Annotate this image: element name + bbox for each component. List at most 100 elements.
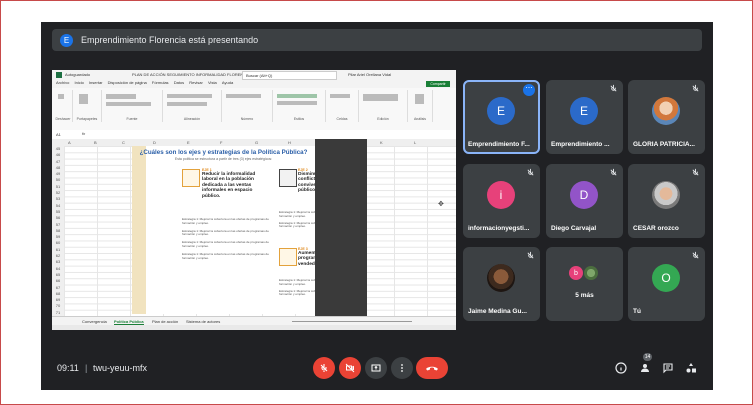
more-options-icon[interactable]: ⋯ bbox=[523, 84, 535, 96]
participant-tile[interactable]: ⋯ E Emprendimiento F... bbox=[463, 80, 540, 154]
participant-photo bbox=[652, 181, 680, 209]
alignment-icons[interactable] bbox=[167, 94, 212, 98]
column-header[interactable]: H bbox=[288, 140, 291, 145]
styles-icons[interactable] bbox=[277, 94, 317, 98]
excel-menu-bar: Archivo Inicio Insertar Disposición de p… bbox=[52, 80, 456, 88]
participant-tile-self[interactable]: O Tú bbox=[628, 247, 705, 321]
strategy-text: Estrategia 1: Mejorar la cobertura en la… bbox=[182, 240, 269, 248]
participant-tile[interactable]: GLORIA PATRICIA... bbox=[628, 80, 705, 154]
ribbon-group-label: Fuente bbox=[126, 117, 138, 121]
excel-share-button[interactable]: Compartir bbox=[426, 81, 450, 87]
participant-name: GLORIA PATRICIA... bbox=[633, 141, 695, 148]
more-vert-icon bbox=[401, 364, 403, 372]
participant-tile[interactable]: i informacionyegsti... bbox=[463, 164, 540, 238]
chat-icon bbox=[663, 363, 673, 374]
participant-avatar: E bbox=[570, 97, 598, 125]
column-header[interactable]: A bbox=[68, 140, 71, 145]
participant-name: informacionyegsti... bbox=[468, 225, 530, 232]
people-button[interactable]: 14 bbox=[638, 353, 652, 375]
present-screen-button[interactable] bbox=[365, 357, 387, 379]
function-icon: fx bbox=[82, 131, 86, 136]
eje3-icon bbox=[279, 248, 297, 266]
menu-item[interactable]: Revisar bbox=[189, 80, 203, 85]
sheet-tab[interactable]: Convergencia bbox=[82, 319, 107, 324]
column-header[interactable]: L bbox=[414, 140, 416, 145]
mic-off-icon bbox=[692, 168, 699, 176]
ribbon-group-label: Análisis bbox=[413, 117, 427, 121]
ribbon-group-label: Edición bbox=[377, 117, 389, 121]
name-box[interactable]: A1 bbox=[56, 132, 61, 137]
camera-off-icon bbox=[345, 363, 355, 373]
ribbon-group: Portapapeles bbox=[73, 90, 102, 122]
participant-avatar: b bbox=[569, 266, 583, 280]
analysis-icon[interactable] bbox=[415, 94, 424, 104]
column-header[interactable]: G bbox=[255, 140, 258, 145]
excel-logo-icon bbox=[56, 72, 62, 78]
ribbon-group: Celdas bbox=[326, 90, 359, 122]
excel-status-bar bbox=[52, 325, 456, 330]
participant-name: Tú bbox=[633, 308, 641, 315]
eje1-icon bbox=[182, 169, 200, 187]
undo-icon[interactable] bbox=[58, 94, 64, 99]
participant-avatar: E bbox=[487, 97, 515, 125]
menu-item[interactable]: Vista bbox=[208, 80, 217, 85]
menu-item[interactable]: Inicio bbox=[74, 80, 83, 85]
presenter-avatar: E bbox=[60, 33, 73, 47]
number-format-select[interactable] bbox=[226, 94, 261, 98]
menu-item[interactable]: Ayuda bbox=[222, 80, 233, 85]
meeting-info-button[interactable] bbox=[614, 361, 628, 375]
column-header[interactable]: F bbox=[220, 140, 222, 145]
leave-call-button[interactable] bbox=[416, 357, 448, 379]
camera-toggle-button[interactable] bbox=[339, 357, 361, 379]
column-header[interactable]: C bbox=[122, 140, 125, 145]
excel-search-input[interactable]: Buscar (Alt+Q) bbox=[242, 71, 337, 80]
ribbon-group-label: Alineación bbox=[183, 117, 201, 121]
participant-photo bbox=[652, 97, 680, 125]
participant-name: Emprendimiento F... bbox=[468, 141, 530, 148]
chat-button[interactable] bbox=[661, 361, 675, 375]
infographic: ¿Cuáles son los ejes y estrategias de la… bbox=[132, 146, 366, 314]
cells-icons[interactable] bbox=[330, 94, 350, 98]
column-header[interactable]: B bbox=[94, 140, 97, 145]
shared-screen[interactable]: Autoguardado PLAN DE ACCIÓN SEGUIMIENTO … bbox=[52, 70, 456, 330]
participant-tile[interactable]: E Emprendimiento ... bbox=[546, 80, 623, 154]
participant-avatar: O bbox=[652, 264, 680, 292]
participant-avatar: D bbox=[570, 181, 598, 209]
column-header[interactable]: E bbox=[187, 140, 190, 145]
editing-icons[interactable] bbox=[363, 94, 398, 101]
meet-window: E Emprendimiento Florencia está presenta… bbox=[41, 22, 713, 390]
menu-item[interactable]: Datos bbox=[174, 80, 184, 85]
mic-off-icon bbox=[692, 251, 699, 259]
mic-toggle-button[interactable] bbox=[313, 357, 335, 379]
participant-tile[interactable]: Jaime Medina Gu... bbox=[463, 247, 540, 321]
participant-photo bbox=[584, 266, 598, 280]
styles-icons[interactable] bbox=[277, 101, 317, 105]
paste-icon[interactable] bbox=[79, 94, 88, 104]
meeting-time: 09:11 bbox=[57, 363, 79, 373]
excel-user-name: Pilar Ariel Orellana Vidal bbox=[348, 72, 392, 77]
column-header[interactable]: K bbox=[380, 140, 383, 145]
horizontal-scrollbar[interactable] bbox=[292, 321, 412, 322]
dark-shape bbox=[315, 139, 367, 316]
participant-tile[interactable]: CESAR orozco bbox=[628, 164, 705, 238]
participant-tile[interactable]: b 5 más bbox=[546, 247, 623, 321]
menu-item[interactable]: Fórmulas bbox=[152, 80, 169, 85]
more-options-button[interactable] bbox=[391, 357, 413, 379]
font-select[interactable] bbox=[106, 94, 136, 99]
menu-item[interactable]: Disposición de página bbox=[108, 80, 147, 85]
activities-button[interactable] bbox=[684, 361, 698, 375]
font-format-icons[interactable] bbox=[106, 102, 151, 106]
menu-item[interactable]: Insertar bbox=[89, 80, 103, 85]
strategy-text: Estrategia 1: Mejorar la cobertura en la… bbox=[182, 228, 269, 237]
ribbon-group: Análisis bbox=[408, 90, 433, 122]
separator: | bbox=[85, 363, 88, 373]
sheet-tab[interactable]: Plan de acción bbox=[152, 319, 178, 324]
alignment-icons[interactable] bbox=[167, 102, 207, 106]
sheet-tab[interactable]: Sistema de actores bbox=[186, 319, 220, 324]
infographic-title: ¿Cuáles son los ejes y estrategias de la… bbox=[139, 149, 308, 156]
menu-item[interactable]: Archivo bbox=[56, 80, 69, 85]
ribbon-group: Alineación bbox=[163, 90, 222, 122]
participant-name: Emprendimiento ... bbox=[551, 141, 610, 148]
column-header[interactable]: D bbox=[153, 140, 156, 145]
participant-tile[interactable]: D Diego Carvajal bbox=[546, 164, 623, 238]
